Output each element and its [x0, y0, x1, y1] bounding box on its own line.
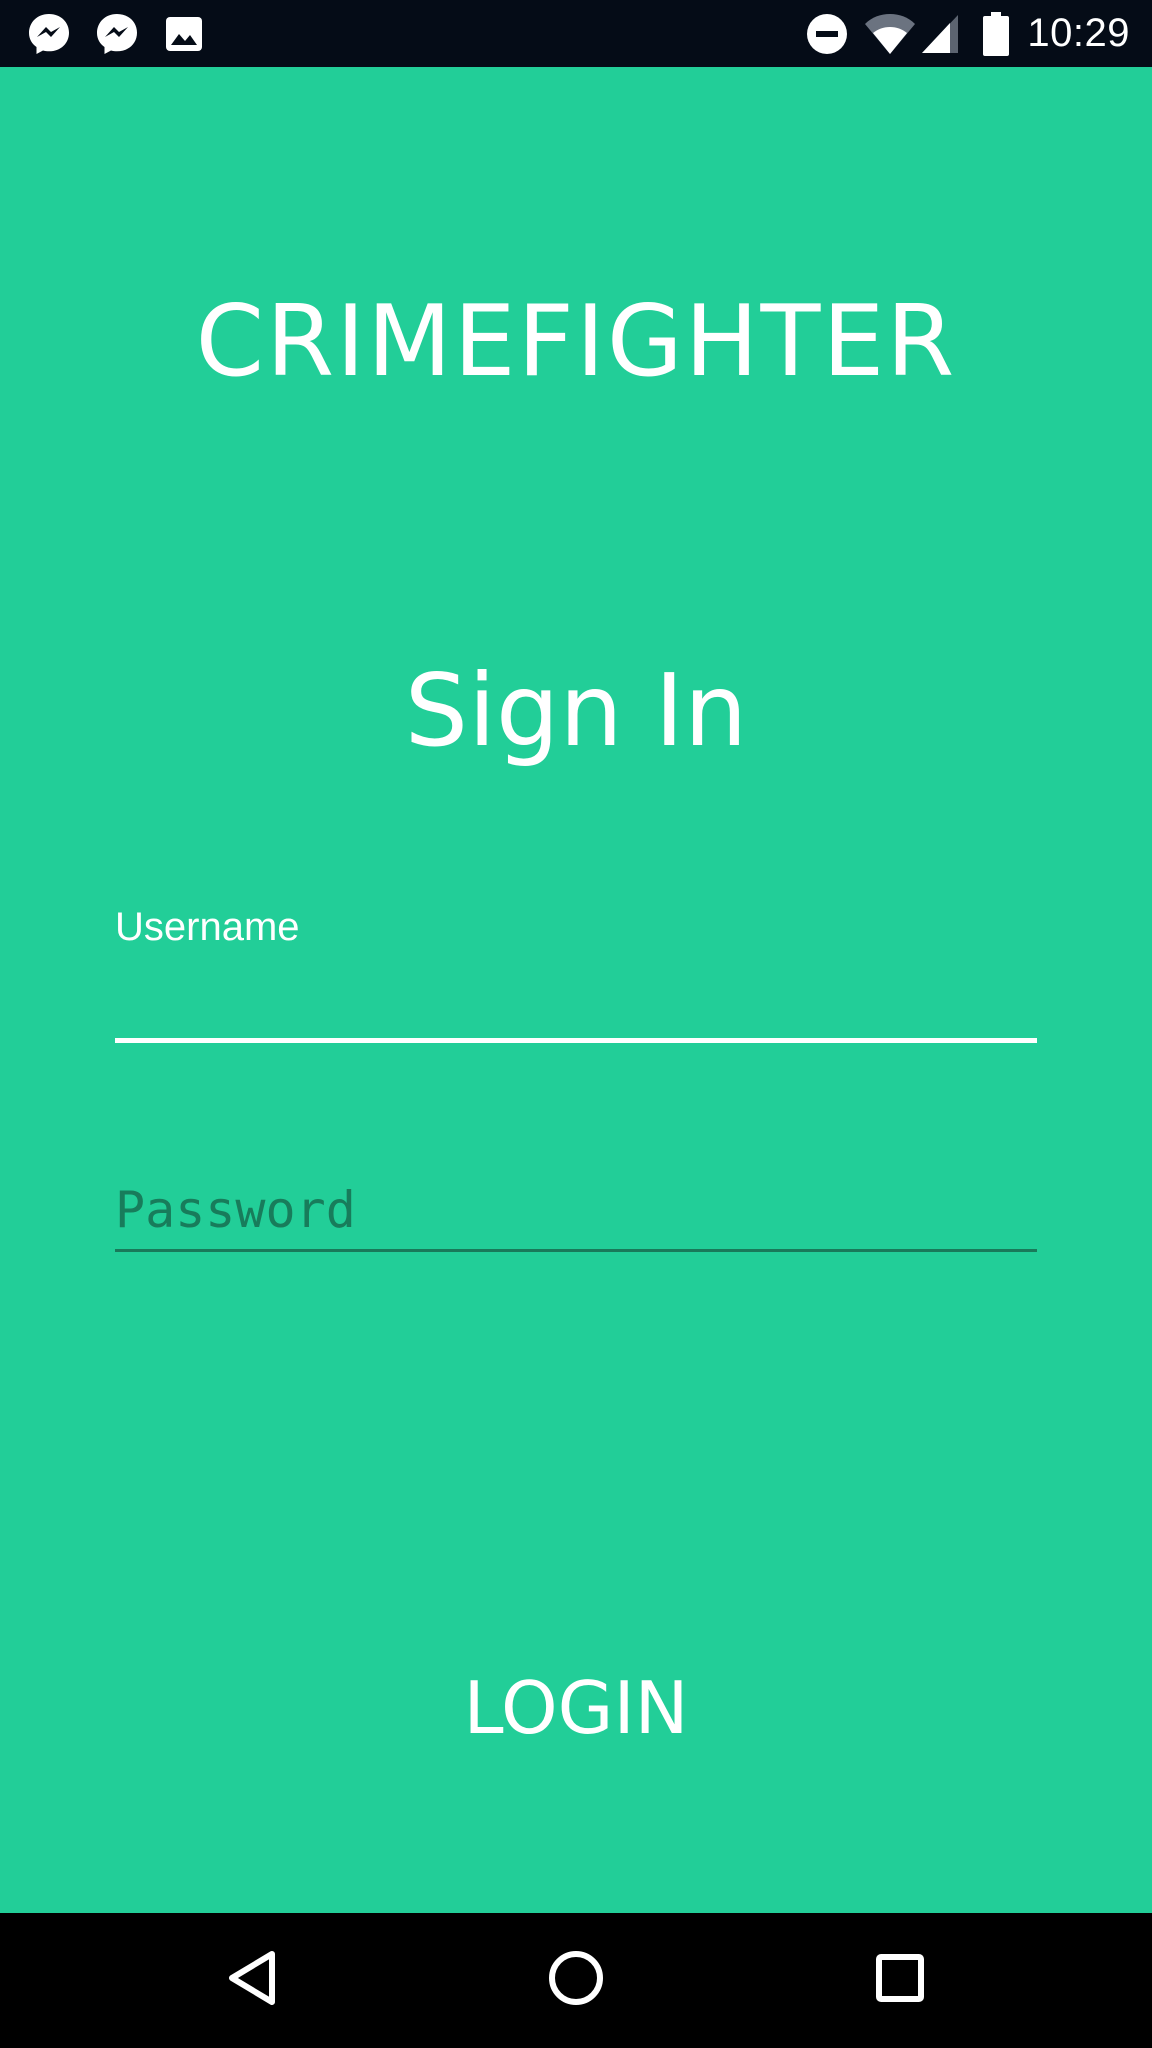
password-field-container [115, 1170, 1037, 1255]
battery-icon [983, 0, 1009, 67]
wifi-icon [864, 0, 916, 67]
recents-button[interactable] [840, 1913, 960, 2048]
back-button[interactable] [192, 1913, 312, 2048]
messenger-icon [94, 0, 140, 67]
home-icon [547, 1949, 605, 2012]
password-input[interactable] [115, 1170, 1037, 1252]
login-screen: 10:29 CRIMEFIGHTER Sign In Username LOGI… [0, 0, 1152, 2048]
messenger-icon [26, 0, 72, 67]
back-icon [226, 1949, 278, 2012]
cell-signal-icon [920, 0, 960, 67]
username-field-container: Username [115, 905, 1037, 1060]
username-label: Username [115, 905, 300, 949]
status-bar: 10:29 [0, 0, 1152, 67]
status-time: 10:29 [1027, 11, 1130, 55]
login-button[interactable]: LOGIN [376, 1648, 776, 1768]
do-not-disturb-icon [806, 0, 848, 67]
app-title: CRIMEFIGHTER [195, 285, 957, 399]
recents-icon [874, 1952, 926, 2009]
username-input[interactable] [115, 963, 1037, 1043]
image-icon [164, 0, 204, 67]
sign-in-heading: Sign In [404, 652, 748, 769]
home-button[interactable] [516, 1913, 636, 2048]
navigation-bar [0, 1913, 1152, 2048]
